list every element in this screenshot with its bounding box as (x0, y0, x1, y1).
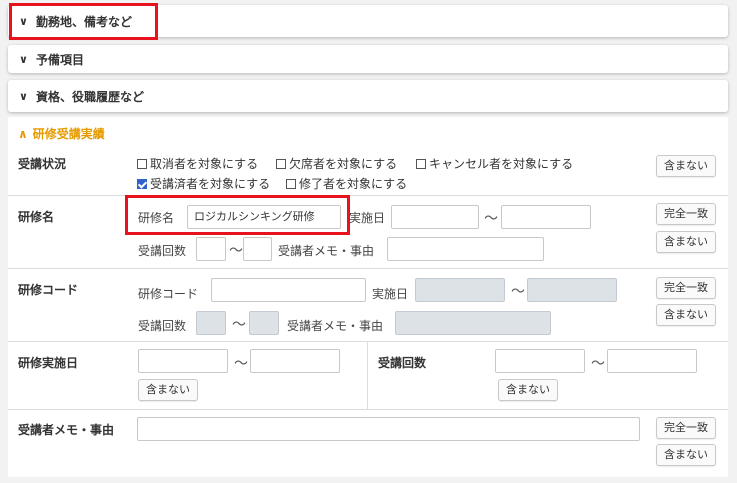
count-field-label: 受講回数 (138, 244, 187, 258)
training-name-input[interactable]: ロジカルシンキング研修 (187, 205, 341, 229)
checkbox-cancel-person[interactable]: キャンセル者を対象にする (416, 155, 573, 172)
training-date-to-input[interactable] (250, 349, 340, 373)
range-tilde: 〜 (511, 284, 525, 300)
training-name-label: 研修名 (18, 210, 55, 224)
row-divider (8, 409, 728, 410)
training-code-input[interactable] (211, 278, 366, 302)
status-label: 受講状況 (18, 157, 67, 171)
code-field-label: 研修コード (138, 287, 199, 301)
code-count-from-input (196, 311, 226, 335)
training-code-label: 研修コード (18, 283, 79, 297)
checkbox-cancelled[interactable]: 取消者を対象にする (137, 155, 258, 172)
code-memo-input (395, 311, 551, 335)
training-code-exact-button[interactable]: 完全一致 (656, 277, 716, 299)
training-date-from-input[interactable] (138, 349, 228, 373)
accordion-workplace[interactable]: ∨ 勤務地、備考など (8, 5, 728, 37)
training-results-panel: ∧ 研修受講実績 受講状況 取消者を対象にする 欠席者を対象にする キャンセル者を… (8, 117, 728, 477)
memo-field-label: 受講者メモ・事由 (278, 244, 375, 258)
accordion-qualification[interactable]: ∨ 資格、役職履歴など (8, 80, 728, 112)
checkbox-box[interactable] (137, 158, 147, 169)
checkbox-attended[interactable]: 受講済者を対象にする (137, 175, 270, 192)
count-from-input[interactable] (196, 237, 226, 261)
memo-exact-button[interactable]: 完全一致 (656, 417, 716, 439)
attendance-count-label: 受講回数 (378, 356, 427, 370)
accordion-qualification-label: 資格、役職履歴など (35, 89, 144, 104)
code-date-from-input (415, 278, 505, 302)
checkbox-box[interactable] (416, 158, 426, 169)
memo-row-label: 受講者メモ・事由 (18, 423, 115, 437)
accordion-workplace-label: 勤務地、備考など (35, 14, 132, 29)
checkbox-box-checked[interactable] (137, 178, 147, 189)
attendance-count-from-input[interactable] (495, 349, 585, 373)
training-code-exclude-button[interactable]: 含まない (656, 304, 716, 326)
column-divider (367, 341, 368, 409)
code-count-to-input (249, 311, 279, 335)
range-tilde: 〜 (591, 356, 605, 372)
checkbox-label: キャンセル者を対象にする (429, 157, 574, 171)
memo-row-input[interactable] (137, 417, 640, 441)
checkbox-box[interactable] (276, 158, 286, 169)
count-field-label: 受講回数 (138, 319, 187, 333)
range-tilde: 〜 (234, 356, 248, 372)
chevron-up-icon: ∧ (18, 127, 28, 141)
date-from-input[interactable] (391, 205, 479, 229)
status-exclude-button[interactable]: 含まない (656, 155, 716, 177)
checkbox-label: 受講済者を対象にする (150, 177, 271, 191)
accordion-reserve[interactable]: ∨ 予備項目 (8, 45, 728, 73)
accordion-reserve-label: 予備項目 (35, 52, 84, 67)
chevron-down-icon: ∨ (19, 14, 28, 28)
code-date-to-input (527, 278, 617, 302)
date-field-label: 実施日 (372, 287, 409, 301)
chevron-down-icon: ∨ (19, 89, 28, 103)
attendance-count-exclude-button[interactable]: 含まない (498, 379, 558, 401)
training-name-exclude-button[interactable]: 含まない (656, 231, 716, 253)
accordion-training-results-label: 研修受講実績 (32, 127, 105, 141)
row-divider (8, 195, 728, 196)
checkbox-label: 欠席者を対象にする (289, 157, 398, 171)
date-field-label: 実施日 (349, 211, 386, 225)
range-tilde: 〜 (484, 211, 498, 227)
name-field-label: 研修名 (138, 211, 175, 225)
memo-exclude-button[interactable]: 含まない (656, 444, 716, 466)
chevron-down-icon: ∨ (19, 52, 28, 66)
memo-input[interactable] (387, 237, 544, 261)
checkbox-label: 取消者を対象にする (150, 157, 259, 171)
accordion-training-results[interactable]: ∧ 研修受講実績 (18, 125, 105, 142)
range-tilde: 〜 (229, 243, 243, 259)
range-tilde: 〜 (232, 317, 246, 333)
count-to-input[interactable] (243, 237, 272, 261)
row-divider (8, 268, 728, 269)
date-to-input[interactable] (501, 205, 591, 229)
checkbox-box[interactable] (286, 178, 296, 189)
training-name-exact-button[interactable]: 完全一致 (656, 203, 716, 225)
row-divider (8, 341, 728, 342)
training-date-label: 研修実施日 (18, 356, 79, 370)
checkbox-completed[interactable]: 修了者を対象にする (286, 175, 407, 192)
checkbox-absent[interactable]: 欠席者を対象にする (276, 155, 397, 172)
training-date-exclude-button[interactable]: 含まない (138, 379, 198, 401)
memo-field-label: 受講者メモ・事由 (287, 319, 384, 333)
checkbox-label: 修了者を対象にする (299, 177, 408, 191)
attendance-count-to-input[interactable] (607, 349, 697, 373)
